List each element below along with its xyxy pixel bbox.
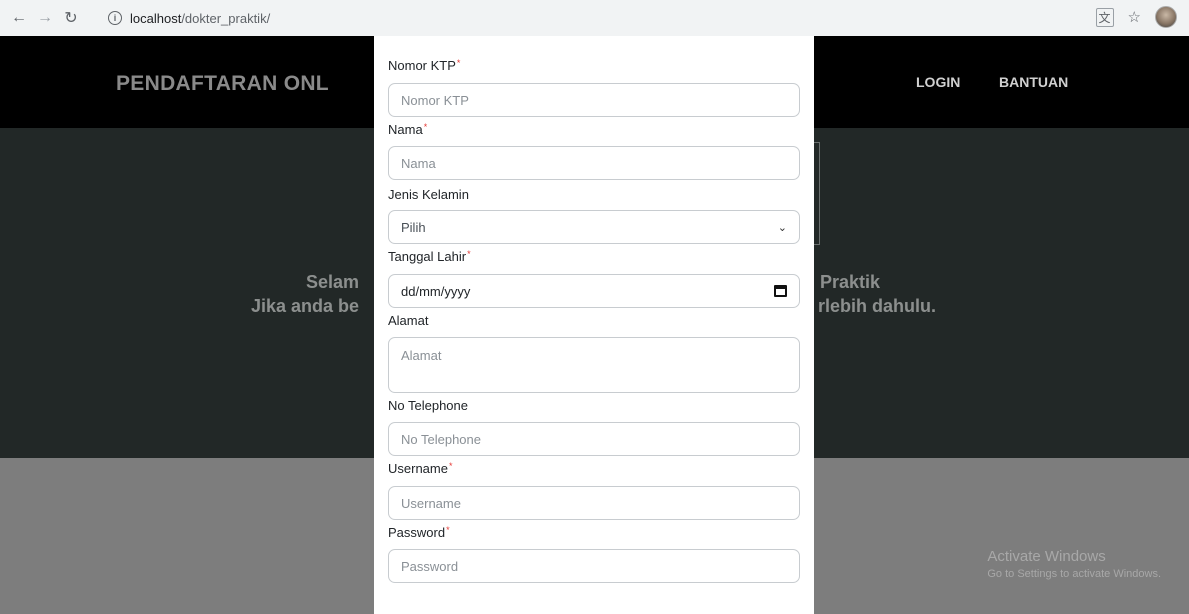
tanggal-lahir-label: Tanggal Lahir* bbox=[388, 249, 471, 264]
hero-text-left-2: Jika anda be bbox=[250, 296, 359, 316]
required-mark: * bbox=[456, 58, 461, 68]
telepon-input[interactable] bbox=[388, 422, 800, 456]
nama-label: Nama* bbox=[388, 122, 428, 137]
required-mark: * bbox=[467, 249, 471, 259]
star-bookmark-icon[interactable]: ☆ bbox=[1128, 8, 1141, 26]
chevron-down-icon: ⌄ bbox=[777, 221, 787, 234]
address-bar[interactable]: i localhost/dokter_praktik/ bbox=[100, 6, 1120, 30]
url-host: localhost bbox=[130, 10, 182, 26]
required-mark: * bbox=[448, 461, 453, 471]
username-input[interactable] bbox=[388, 486, 800, 520]
password-label: Password* bbox=[388, 525, 450, 540]
ktp-input[interactable] bbox=[388, 83, 800, 117]
windows-activation-watermark: Activate Windows Go to Settings to activ… bbox=[987, 548, 1161, 580]
url-path: /dokter_praktik/ bbox=[181, 10, 271, 26]
jenis-kelamin-label: Jenis Kelamin bbox=[388, 187, 469, 202]
ktp-label: Nomor KTP* bbox=[388, 58, 461, 73]
profile-avatar[interactable] bbox=[1155, 6, 1177, 28]
nav-link-bantuan[interactable]: BANTUAN bbox=[999, 74, 1068, 90]
hero-text-right: Praktik bbox=[820, 272, 881, 292]
tanggal-lahir-value: dd/mm/yyyy bbox=[401, 283, 471, 299]
registration-form-modal: Nomor KTP* Nama* Jenis Kelamin Pilih ⌄ T… bbox=[374, 36, 814, 614]
required-mark: * bbox=[423, 122, 428, 132]
watermark-subtitle: Go to Settings to activate Windows. bbox=[987, 568, 1161, 580]
reload-icon[interactable]: ↻ bbox=[60, 7, 82, 29]
alamat-label: Alamat bbox=[388, 313, 429, 328]
jenis-kelamin-value: Pilih bbox=[401, 219, 426, 235]
info-icon[interactable]: i bbox=[108, 11, 122, 25]
password-input[interactable] bbox=[388, 549, 800, 583]
jenis-kelamin-select[interactable]: Pilih ⌄ bbox=[388, 210, 800, 244]
calendar-icon[interactable] bbox=[774, 285, 787, 297]
alamat-textarea[interactable] bbox=[388, 337, 800, 393]
nav-link-login[interactable]: LOGIN bbox=[916, 74, 960, 90]
tanggal-lahir-input[interactable]: dd/mm/yyyy bbox=[388, 274, 800, 308]
translate-icon[interactable]: 文 bbox=[1095, 7, 1114, 27]
required-mark: * bbox=[446, 525, 450, 535]
hero-text-right-2: rlebih dahulu. bbox=[818, 296, 937, 316]
back-arrow-icon[interactable]: ← bbox=[8, 7, 30, 29]
site-brand[interactable]: PENDAFTARAN ONL bbox=[116, 72, 329, 96]
nama-input[interactable] bbox=[388, 146, 800, 180]
watermark-title: Activate Windows bbox=[987, 548, 1106, 565]
forward-arrow-icon[interactable]: → bbox=[34, 7, 56, 29]
username-label: Username* bbox=[388, 461, 453, 476]
browser-toolbar: ← → ↻ i localhost/dokter_praktik/ 文 ☆ bbox=[0, 0, 1189, 36]
hero-text-left: Selam bbox=[305, 272, 359, 292]
telepon-label: No Telephone bbox=[388, 398, 468, 413]
